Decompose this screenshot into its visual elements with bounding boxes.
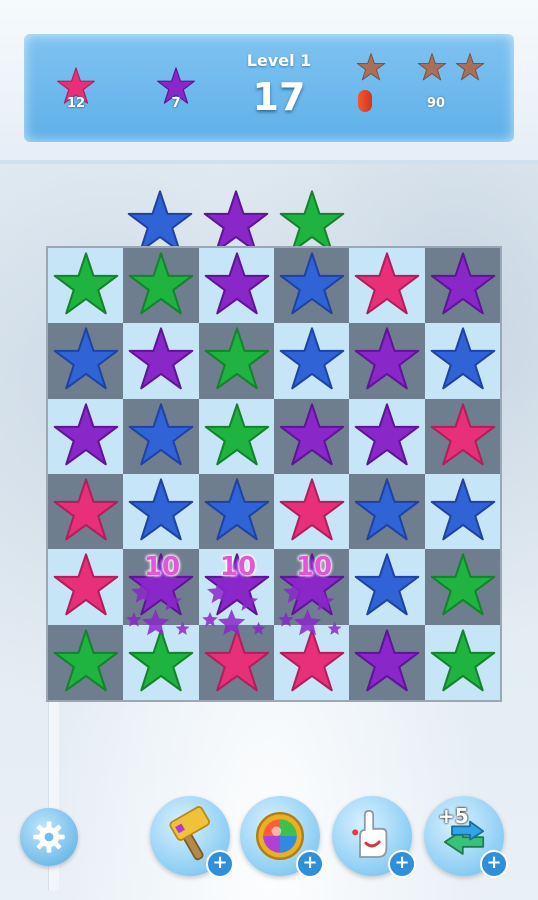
board-cell[interactable] [48, 474, 124, 550]
blue-star-icon [129, 403, 194, 465]
board-cell[interactable] [123, 248, 199, 324]
pink-star-icon [430, 403, 495, 465]
board-cell[interactable] [349, 474, 425, 550]
blue-star-icon [279, 252, 345, 315]
board-cell[interactable] [123, 323, 199, 399]
blue-star-icon [129, 478, 194, 541]
board-cell[interactable] [48, 398, 124, 474]
board-cell[interactable] [123, 398, 199, 474]
green-star-icon [430, 629, 495, 691]
board-cell[interactable] [424, 474, 500, 550]
star-burst-effect [278, 580, 342, 636]
purple-star-icon [204, 252, 269, 315]
add-glove-icon[interactable]: + [388, 850, 416, 878]
glove-booster-button[interactable]: + [332, 796, 416, 878]
blue-star-icon [430, 478, 495, 541]
pink-star-icon [53, 553, 119, 616]
green-star-icon [129, 252, 194, 315]
board-cell[interactable] [48, 323, 124, 399]
goal-purple-count: 7 [171, 96, 181, 111]
purple-star-icon [355, 629, 420, 691]
board-cell[interactable] [123, 474, 199, 550]
add-hammer-icon[interactable]: + [206, 850, 234, 878]
board-cell[interactable] [424, 398, 500, 474]
rating-star-icon [417, 53, 447, 81]
board-cell[interactable] [349, 398, 425, 474]
extra-moves-label: +5 [438, 804, 469, 828]
add-extra-moves-icon[interactable]: + [480, 850, 508, 878]
board-cell[interactable] [424, 323, 500, 399]
score-progress-bar [358, 90, 372, 112]
hud-panel: 12 7 Level 1 17 90 [24, 34, 514, 142]
pink-star-icon [279, 478, 345, 541]
purple-star-icon [279, 403, 345, 465]
board-cell[interactable] [349, 323, 425, 399]
board-cell[interactable] [349, 624, 425, 700]
gear-icon [33, 821, 65, 853]
goal-pink-star: 12 [54, 66, 98, 111]
blue-star-icon [279, 327, 345, 390]
green-star-icon [204, 403, 269, 465]
board-cell[interactable] [48, 248, 124, 324]
moves-counter: 17 [252, 75, 306, 119]
board-cell[interactable] [274, 248, 350, 324]
add-rainbow-ball-icon[interactable]: + [296, 850, 324, 878]
board-cell[interactable] [424, 549, 500, 625]
top-frame: 12 7 Level 1 17 90 [0, 0, 538, 164]
goal-purple-star: 7 [154, 66, 198, 111]
purple-star-icon [355, 327, 420, 390]
board-cell[interactable] [274, 398, 350, 474]
board-cell[interactable] [198, 323, 274, 399]
green-star-icon [53, 629, 119, 691]
pink-star-icon [355, 252, 420, 315]
board-cell[interactable] [198, 398, 274, 474]
rating-star-icon [356, 53, 386, 81]
board-cell[interactable] [198, 248, 274, 324]
board-cell[interactable] [198, 474, 274, 550]
board-cell[interactable] [274, 323, 350, 399]
blue-star-icon [204, 478, 269, 541]
board-cell[interactable] [424, 248, 500, 324]
level-label: Level 1 [246, 51, 312, 70]
board-cell[interactable] [349, 549, 425, 625]
rating-star-icon [455, 53, 485, 81]
blue-star-icon [430, 327, 495, 390]
board-cell[interactable] [274, 474, 350, 550]
blue-star-icon [355, 553, 420, 616]
blue-star-icon [53, 327, 119, 390]
board-cell[interactable] [48, 624, 124, 700]
pink-star-icon [53, 478, 119, 541]
board-cell[interactable] [48, 549, 124, 625]
green-star-icon [53, 252, 119, 315]
rainbow-ball-booster-button[interactable]: + [240, 796, 324, 878]
blue-star-icon [355, 478, 420, 541]
green-star-icon [204, 327, 269, 390]
extra-moves-booster-button[interactable]: +5 + [424, 796, 508, 878]
score-value: 90 [426, 96, 446, 111]
hammer-booster-button[interactable]: + [150, 796, 234, 878]
goal-pink-count: 12 [66, 96, 86, 111]
board-cell[interactable] [349, 248, 425, 324]
settings-button[interactable] [20, 808, 78, 866]
board-cell[interactable] [424, 624, 500, 700]
purple-star-icon [129, 327, 194, 390]
purple-star-icon [430, 252, 495, 315]
green-star-icon [430, 553, 495, 616]
purple-star-icon [53, 403, 119, 465]
purple-star-icon [355, 403, 420, 465]
